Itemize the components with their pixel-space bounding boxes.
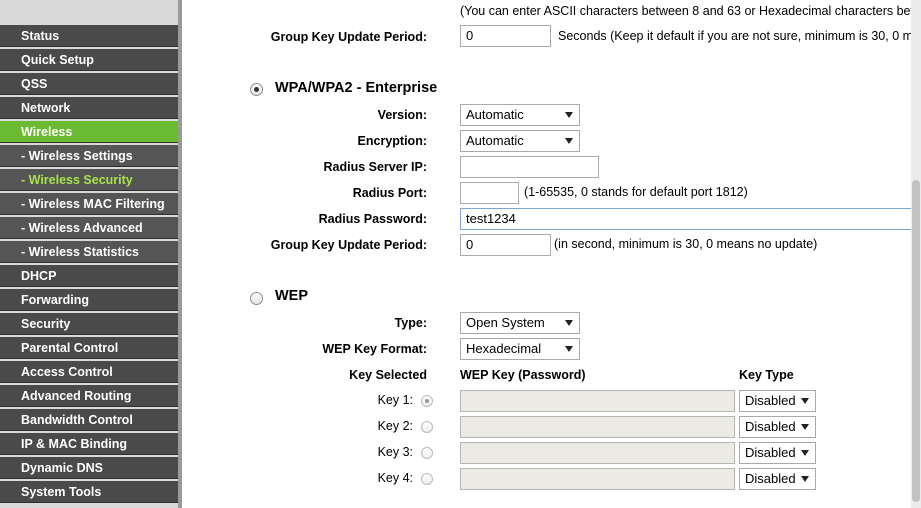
- wep-format-label: WEP Key Format:: [322, 342, 427, 356]
- radius-port-hint: (1-65535, 0 stands for default port 1812…: [524, 185, 748, 199]
- sidebar-item-quick-setup[interactable]: Quick Setup: [0, 49, 178, 71]
- wep-type-select[interactable]: Open System: [460, 312, 580, 334]
- key-4-radio[interactable]: [421, 473, 433, 485]
- sidebar-item-wireless[interactable]: Wireless: [0, 121, 178, 143]
- col-key-selected: Key Selected: [349, 368, 427, 382]
- col-wep-key: WEP Key (Password): [460, 368, 586, 382]
- chevron-down-icon: [801, 476, 809, 482]
- key-1-type-select[interactable]: Disabled: [739, 390, 816, 412]
- sidebar-item-bandwidth-control[interactable]: Bandwidth Control: [0, 409, 178, 431]
- key-4-type-value: Disabled: [745, 471, 796, 486]
- sidebar-item-status[interactable]: Status: [0, 25, 178, 47]
- radius-ip-label: Radius Server IP:: [323, 160, 427, 174]
- radius-ip-input[interactable]: [460, 156, 599, 178]
- radius-port-input[interactable]: [460, 182, 519, 204]
- key-3-radio[interactable]: [421, 447, 433, 459]
- sidebar-item-security[interactable]: Security: [0, 313, 178, 335]
- main-content: (You can enter ASCII characters between …: [186, 0, 921, 508]
- chevron-down-icon: [801, 398, 809, 404]
- enterprise-title: WPA/WPA2 - Enterprise: [275, 80, 438, 96]
- key-1-label: Key 1:: [377, 393, 413, 407]
- sidebar-item-parental-control[interactable]: Parental Control: [0, 337, 178, 359]
- router-admin-page: Status Quick Setup QSS Network Wireless …: [0, 0, 921, 508]
- sidebar-item-wireless-settings[interactable]: - Wireless Settings: [0, 145, 178, 167]
- wep-format-value: Hexadecimal: [466, 341, 542, 356]
- sidebar-item-dynamic-dns[interactable]: Dynamic DNS: [0, 457, 178, 479]
- key-2-input[interactable]: [460, 416, 735, 438]
- wep-type-value: Open System: [466, 315, 545, 330]
- wep-format-select[interactable]: Hexadecimal: [460, 338, 580, 360]
- chevron-down-icon: [565, 346, 573, 352]
- key-2-type-value: Disabled: [745, 419, 796, 434]
- radius-password-label: Radius Password:: [318, 212, 427, 226]
- scrollbar-thumb[interactable]: [912, 180, 920, 502]
- key-1-radio[interactable]: [421, 395, 433, 407]
- encryption-value: Automatic: [466, 133, 524, 148]
- vertical-scrollbar[interactable]: [911, 0, 921, 508]
- sidebar-item-wireless-mac-filtering[interactable]: - Wireless MAC Filtering: [0, 193, 178, 215]
- key-2-radio[interactable]: [421, 421, 433, 433]
- key-2-type-select[interactable]: Disabled: [739, 416, 816, 438]
- version-value: Automatic: [466, 107, 524, 122]
- key-4-input[interactable]: [460, 468, 735, 490]
- sidebar-item-forwarding[interactable]: Forwarding: [0, 289, 178, 311]
- sidebar-nav: Status Quick Setup QSS Network Wireless …: [0, 0, 182, 508]
- sidebar-item-wireless-advanced[interactable]: - Wireless Advanced: [0, 217, 178, 239]
- sidebar-item-system-tools[interactable]: System Tools: [0, 481, 178, 503]
- sidebar-item-qss[interactable]: QSS: [0, 73, 178, 95]
- wep-type-label: Type:: [394, 316, 427, 330]
- col-key-type: Key Type: [739, 368, 794, 382]
- radius-password-input[interactable]: test1234: [460, 208, 921, 230]
- sidebar-top-strip: [0, 0, 178, 24]
- wep-title: WEP: [275, 288, 309, 304]
- wep-radio[interactable]: [250, 292, 263, 305]
- sidebar-item-network[interactable]: Network: [0, 97, 178, 119]
- psk-group-key-input[interactable]: 0: [460, 25, 551, 47]
- key-3-input[interactable]: [460, 442, 735, 464]
- sidebar-item-access-control[interactable]: Access Control: [0, 361, 178, 383]
- chevron-down-icon: [565, 320, 573, 326]
- psk-group-key-label: Group Key Update Period:: [270, 30, 427, 44]
- key-1-input[interactable]: [460, 390, 735, 412]
- sidebar-item-dhcp[interactable]: DHCP: [0, 265, 178, 287]
- enterprise-group-key-label: Group Key Update Period:: [270, 238, 427, 252]
- chevron-down-icon: [565, 138, 573, 144]
- psk-group-key-hint: Seconds (Keep it default if you are not …: [558, 29, 921, 43]
- key-3-label: Key 3:: [377, 445, 413, 459]
- key-4-type-select[interactable]: Disabled: [739, 468, 816, 490]
- sidebar-item-wireless-statistics[interactable]: - Wireless Statistics: [0, 241, 178, 263]
- enterprise-group-key-hint: (in second, minimum is 30, 0 means no up…: [554, 237, 818, 251]
- psk-key-note: (You can enter ASCII characters between …: [460, 4, 921, 18]
- enterprise-radio[interactable]: [250, 83, 263, 96]
- chevron-down-icon: [801, 450, 809, 456]
- key-2-label: Key 2:: [377, 419, 413, 433]
- chevron-down-icon: [801, 424, 809, 430]
- sidebar-item-wireless-security[interactable]: - Wireless Security: [0, 169, 178, 191]
- key-3-type-select[interactable]: Disabled: [739, 442, 816, 464]
- sidebar-item-ip-mac-binding[interactable]: IP & MAC Binding: [0, 433, 178, 455]
- radius-port-label: Radius Port:: [352, 186, 427, 200]
- sidebar-item-advanced-routing[interactable]: Advanced Routing: [0, 385, 178, 407]
- version-select[interactable]: Automatic: [460, 104, 580, 126]
- key-3-type-value: Disabled: [745, 445, 796, 460]
- key-1-type-value: Disabled: [745, 393, 796, 408]
- version-label: Version:: [377, 108, 427, 122]
- chevron-down-icon: [565, 112, 573, 118]
- key-4-label: Key 4:: [377, 471, 413, 485]
- encryption-select[interactable]: Automatic: [460, 130, 580, 152]
- enterprise-group-key-input[interactable]: 0: [460, 234, 551, 256]
- encryption-label: Encryption:: [357, 134, 427, 148]
